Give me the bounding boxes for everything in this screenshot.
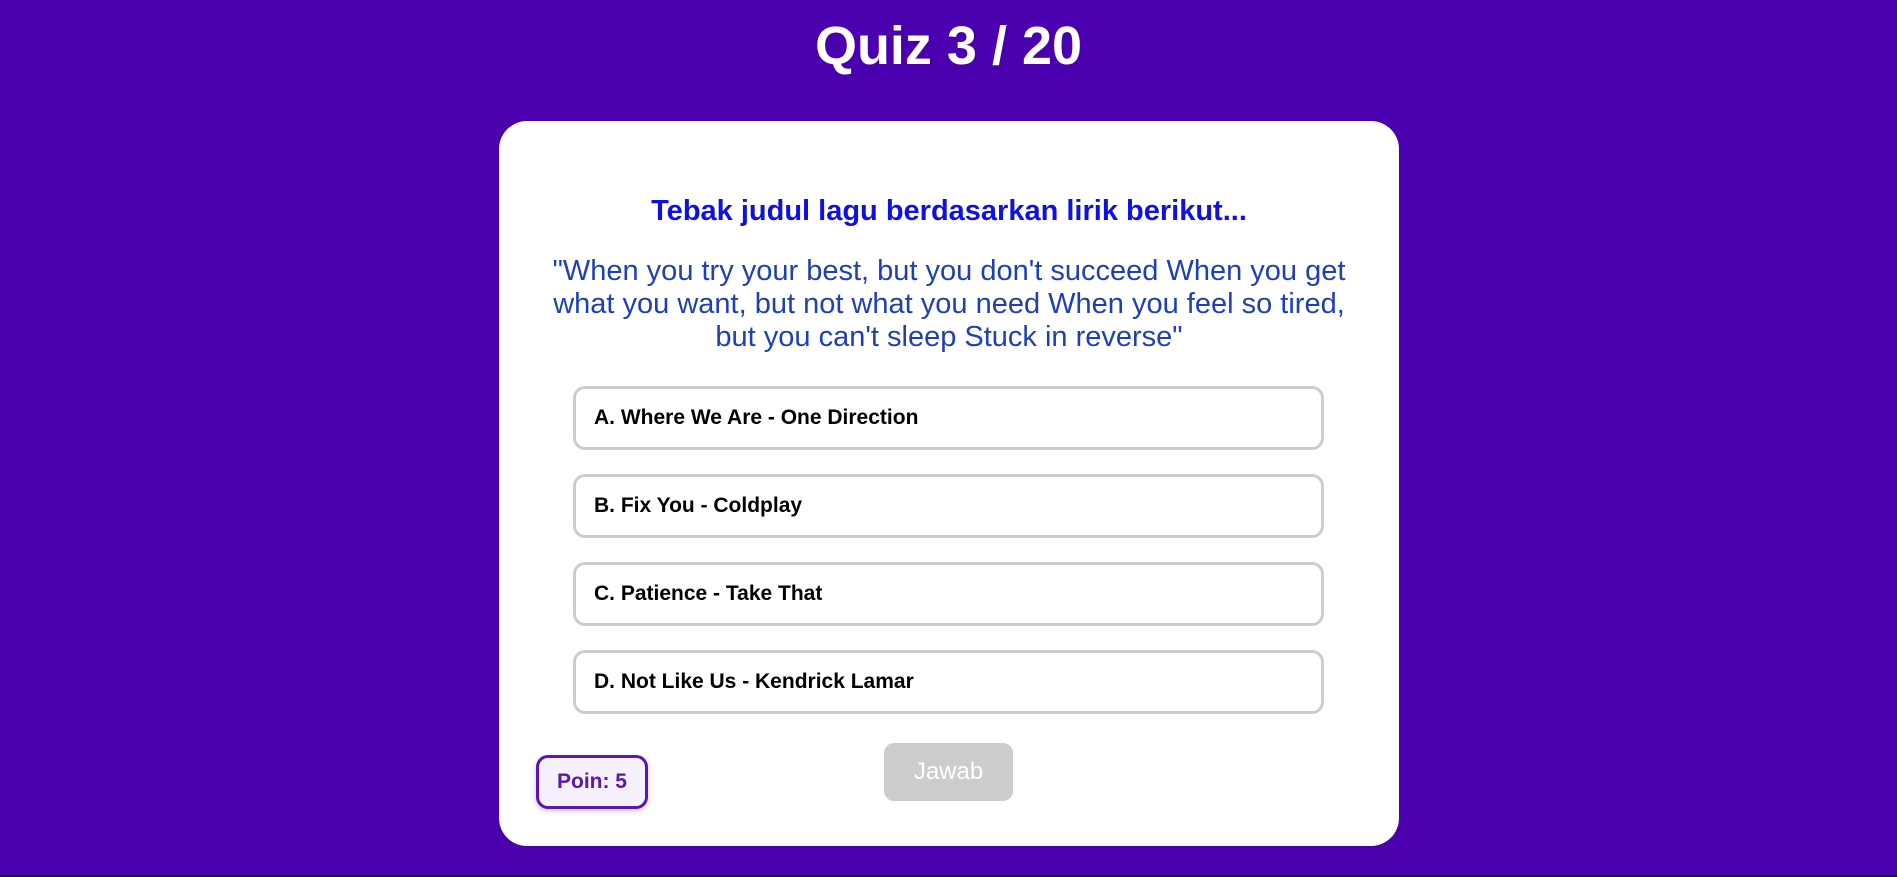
quiz-card: Tebak judul lagu berdasarkan lirik berik… bbox=[499, 121, 1399, 846]
lyric-text: "When you try your best, but you don't s… bbox=[552, 255, 1346, 353]
option-d[interactable]: D. Not Like Us - Kendrick Lamar bbox=[573, 650, 1324, 714]
option-b[interactable]: B. Fix You - Coldplay bbox=[573, 474, 1324, 538]
question-heading: Tebak judul lagu berdasarkan lirik berik… bbox=[651, 195, 1247, 227]
answer-button[interactable]: Jawab bbox=[884, 743, 1013, 801]
score-badge: Poin: 5 bbox=[536, 755, 648, 809]
option-c[interactable]: C. Patience - Take That bbox=[573, 562, 1324, 626]
answer-options: A. Where We Are - One Direction B. Fix Y… bbox=[573, 386, 1324, 738]
option-a[interactable]: A. Where We Are - One Direction bbox=[573, 386, 1324, 450]
quiz-title: Quiz 3 / 20 bbox=[814, 16, 1083, 76]
